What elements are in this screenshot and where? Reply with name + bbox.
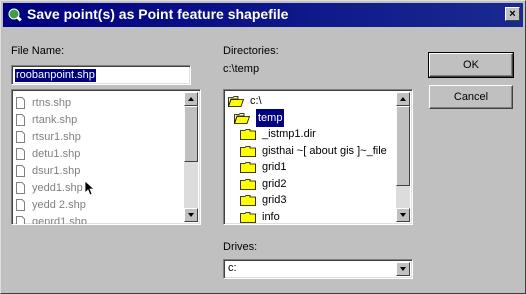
scroll-thumb[interactable] [184,106,198,162]
file-name: rtsur1.shp [32,131,81,143]
directory-name: grid2 [262,177,287,190]
drives-select[interactable]: c: [223,259,413,279]
drives-value: c: [228,262,237,274]
folder-icon [240,162,256,173]
directory-name: gisthai ~[ about gis ]~_file [262,144,387,157]
scroll-up-button[interactable] [396,92,410,106]
folder-icon [240,178,256,190]
directory-name: _istmp1.dir [262,128,316,140]
directory-name: info [262,210,280,223]
file-list[interactable]: rtns.shp rtank.shp rtsur1.shp detu1.shp dsur… [11,89,201,225]
directory-name: grid1 [262,161,287,173]
directories-label: Directories: [223,45,279,57]
directory-name: grid3 [262,194,287,206]
title-bar[interactable]: Save point(s) as Point feature shapefile… [3,3,523,27]
open-folder-icon [234,112,250,124]
document-icon [16,97,25,109]
document-icon [16,165,25,177]
mouse-cursor-icon [85,181,95,196]
dropdown-arrow-button[interactable] [396,262,410,276]
ok-button[interactable]: OK [428,52,514,78]
scroll-up-button[interactable] [184,92,198,106]
current-path: c:\temp [223,63,260,75]
file-name: rtns.shp [32,97,72,109]
app-icon [8,8,22,22]
file-name: genrd1.shp [32,216,88,225]
folder-icon [240,145,256,157]
document-icon [16,114,25,126]
folder-icon [240,195,256,206]
drives-label: Drives: [223,241,258,253]
scroll-thumb[interactable] [396,106,410,186]
document-icon [16,216,25,224]
file-name: yedd 2.shp [32,199,86,211]
folder-icon [240,129,256,140]
close-button[interactable]: × [505,7,520,21]
file-name-value: roobanpoint.shp [15,69,96,82]
file-name: rtank.shp [32,114,78,126]
open-folder-icon [228,96,244,107]
scroll-down-button[interactable] [184,208,198,222]
window-title: Save point(s) as Point feature shapefile [27,6,289,22]
directory-name: c:\ [250,95,262,107]
folder-icon [240,211,256,223]
scroll-down-button[interactable] [396,208,410,222]
document-icon [16,199,25,211]
document-icon [16,131,25,143]
document-icon [16,182,25,194]
file-name-label: File Name: [11,45,65,57]
directory-name: temp [256,108,285,127]
directory-list-scrollbar[interactable] [396,92,410,222]
directory-list[interactable]: c:\ temp _istmp1.dirgisthai ~[ about gis ]… [223,89,413,225]
file-name: dsur1.shp [32,165,81,177]
document-icon [16,148,25,160]
file-name-input[interactable]: roobanpoint.shp [11,65,191,85]
file-name: yedd1.shp [32,182,83,194]
file-name: detu1.shp [32,148,81,160]
save-dialog: Save point(s) as Point feature shapefile… [0,0,526,294]
cancel-button[interactable]: Cancel [429,85,513,109]
file-list-scrollbar[interactable] [184,92,198,222]
